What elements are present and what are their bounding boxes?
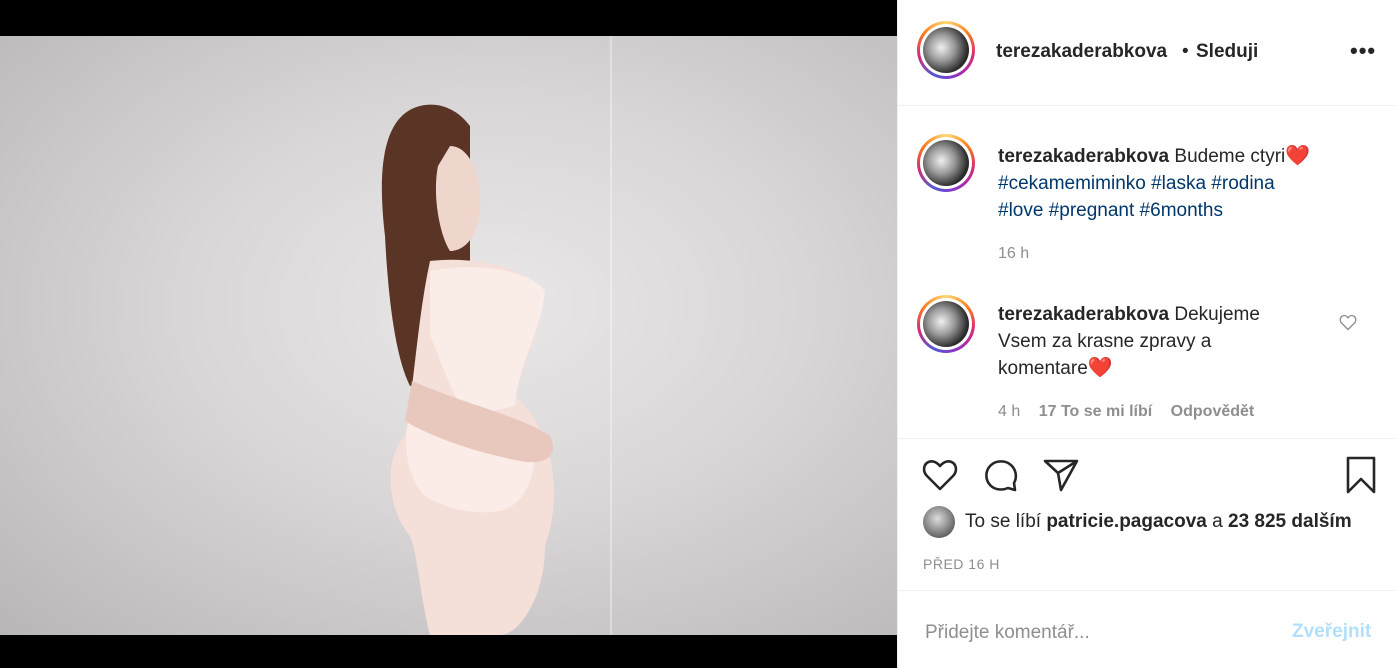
heart-outline-icon[interactable] (920, 455, 960, 495)
reply-text: terezakaderabkova Dekujeme Vsem za krasn… (998, 301, 1298, 382)
comment-divider (898, 590, 1395, 591)
caption-hashtags-2[interactable]: #love #pregnant #6months (998, 200, 1223, 221)
caption-avatar[interactable] (917, 134, 975, 192)
caption-username[interactable]: terezakaderabkova (998, 146, 1169, 167)
likes-middle: a (1212, 511, 1223, 532)
caption-time[interactable]: 16 h (998, 245, 1029, 262)
red-heart-icon: ❤️ (1087, 357, 1113, 379)
more-options-button[interactable]: ••• (1350, 38, 1376, 64)
reply-button[interactable]: Odpovědět (1171, 403, 1255, 420)
reply-meta: 4 h 17 To se mi líbí Odpovědět (998, 403, 1268, 421)
post-header: terezakaderabkova • Sleduji ••• (898, 0, 1395, 106)
paper-plane-icon[interactable] (1041, 455, 1081, 495)
liker-avatar[interactable] (923, 506, 955, 538)
actions-divider (898, 438, 1395, 439)
woman-silhouette (381, 104, 554, 635)
reply-username[interactable]: terezakaderabkova (998, 304, 1169, 325)
post-sidebar: terezakaderabkova • Sleduji ••• terezaka… (897, 0, 1395, 668)
likes-summary: To se líbí patricie.pagacova a 23 825 da… (923, 506, 1352, 538)
reply-avatar[interactable] (917, 295, 975, 353)
author-username[interactable]: terezakaderabkova (996, 41, 1167, 63)
comment-like-heart-icon[interactable] (1338, 312, 1358, 332)
author-avatar[interactable] (917, 21, 975, 79)
caption-body: Budeme ctyri (1174, 146, 1286, 167)
likes-prefix: To se líbí (965, 511, 1042, 532)
post-comment-button[interactable]: Zveřejnit (1292, 621, 1371, 643)
red-heart-icon: ❤️ (1285, 145, 1311, 167)
caption-hashtags-1[interactable]: #cekamemiminko #laska #rodina (998, 173, 1275, 194)
caption-meta: 16 h (998, 245, 1043, 263)
likes-count[interactable]: 23 825 dalším (1228, 511, 1352, 533)
reply-likes[interactable]: 17 To se mi líbí (1039, 403, 1153, 420)
avatar-image (923, 140, 969, 186)
avatar-image (923, 27, 969, 73)
following-button[interactable]: Sleduji (1196, 41, 1258, 63)
liker-username[interactable]: patricie.pagacova (1046, 511, 1207, 533)
header-separator: • (1182, 41, 1189, 62)
avatar-image (923, 301, 969, 347)
post-photo[interactable] (0, 36, 897, 635)
bookmark-icon[interactable] (1341, 455, 1381, 495)
posted-time[interactable]: PŘED 16 H (923, 556, 1000, 572)
caption-text: terezakaderabkova Budeme ctyri❤️ #cekame… (998, 143, 1338, 224)
comment-bubble-icon[interactable] (981, 455, 1021, 495)
comment-input[interactable] (923, 621, 1277, 645)
photo-panel (0, 0, 897, 668)
reply-time[interactable]: 4 h (998, 403, 1020, 420)
